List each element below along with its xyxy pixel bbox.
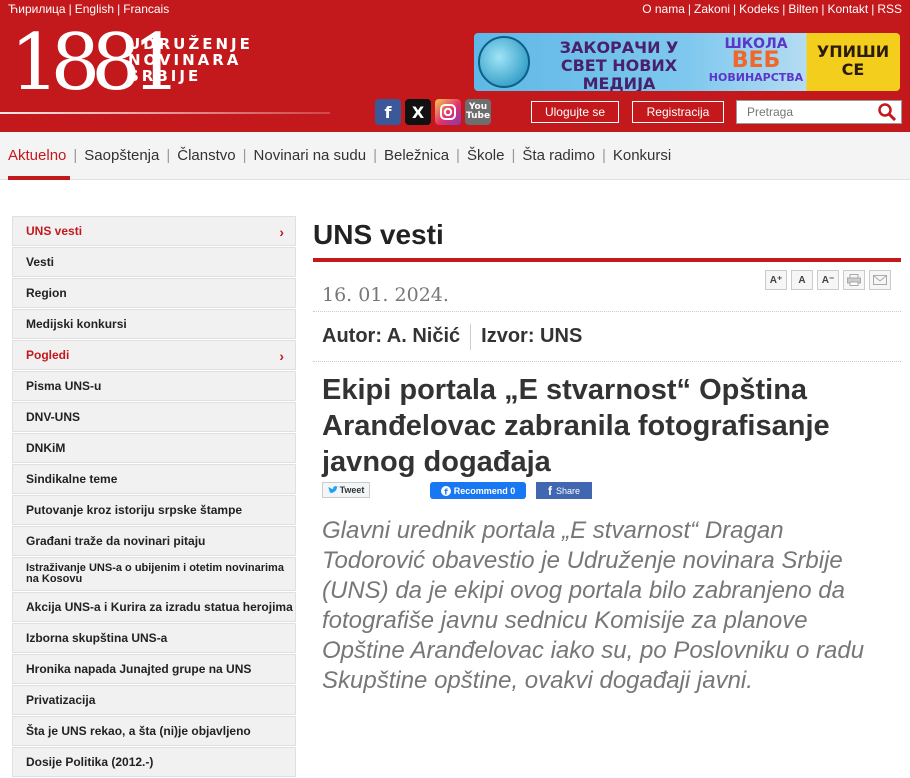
recommend-button[interactable]: f Recommend 0 (430, 482, 526, 499)
main-nav: Aktuelno | Saopštenja | Članstvo | Novinari na… (0, 132, 910, 180)
utility-links: O nama | Zakoni | Kodeks | Bilten | Kontakt | RSS (642, 2, 902, 16)
svg-text:f: f (444, 487, 448, 495)
rss-link[interactable]: RSS (877, 2, 902, 16)
x-twitter-icon[interactable]: X (405, 99, 431, 125)
nav-item-sta-radimo[interactable]: Šta radimo (522, 147, 595, 164)
article-author: Autor: A. Ničić (322, 325, 461, 347)
site-header: Ћирилица | English | Francais O nama | Zakoni |… (0, 0, 910, 132)
lang-french-link[interactable]: Francais (123, 2, 169, 16)
top-bar: Ћирилица | English | Francais O nama | Zakoni |… (0, 2, 910, 18)
facebook-circle-icon: f (440, 485, 451, 496)
social-links: f X You Tube (375, 99, 491, 125)
facebook-share-button[interactable]: f Share (536, 482, 592, 499)
tweet-button[interactable]: Tweet (322, 482, 370, 498)
search-icon[interactable] (877, 103, 897, 121)
facebook-f-icon: f (547, 483, 552, 498)
nav-active-indicator (8, 176, 70, 180)
sidebar-item-gradjani[interactable]: Građani traže da novinari pitaju (12, 526, 296, 556)
nav-item-novinari-na-sudu[interactable]: Novinari na sudu (254, 147, 367, 164)
date-row: 16. 01. 2024. A⁺ A A⁻ (313, 262, 901, 312)
search-input[interactable] (737, 101, 875, 123)
register-button[interactable]: Registracija (632, 101, 724, 123)
article-date: 16. 01. 2024. (322, 284, 449, 306)
nav-item-saopstenja[interactable]: Saopštenja (84, 147, 159, 164)
instagram-icon[interactable] (435, 99, 461, 125)
sidebar-item-dosije-politika[interactable]: Dosije Politika (2012.-) (12, 747, 296, 777)
article-headline: Ekipi portala „E stvarnost“ Opština Aran… (322, 374, 830, 478)
contact-link[interactable]: Kontakt (827, 2, 868, 16)
sidebar-item-sindikalne-teme[interactable]: Sindikalne teme (12, 464, 296, 494)
sidebar-item-region[interactable]: Region (12, 278, 296, 308)
nav-item-clanstvo[interactable]: Članstvo (177, 147, 235, 164)
sidebar-item-vesti[interactable]: Vesti (12, 247, 296, 277)
section-title: UNS vesti (313, 219, 444, 250)
nav-item-aktuelno[interactable]: Aktuelno (8, 147, 66, 164)
chevron-right-icon: › (279, 348, 284, 364)
font-increase-button[interactable]: A⁺ (765, 270, 787, 290)
article-tools: A⁺ A A⁻ (765, 270, 891, 290)
sidebar-item-hronika[interactable]: Hronika napada Junajted grupe na UNS (12, 654, 296, 684)
lang-cyrillic-link[interactable]: Ћирилица (8, 2, 66, 16)
sidebar-item-medijski-konkursi[interactable]: Medijski konkursi (12, 309, 296, 339)
promo-banner[interactable]: ЗАКОРАЧИ У СВЕТ НОВИХ МЕДИЈА ШКОЛА ВЕБ Н… (474, 33, 900, 91)
logo-text: UDRUŽENJE NOVINARA SRBIJE (128, 35, 253, 85)
nav-item-beleznica[interactable]: Beležnica (384, 147, 449, 164)
twitter-bird-icon (327, 486, 338, 493)
sidebar-item-izborna-skupstina[interactable]: Izborna skupština UNS-a (12, 623, 296, 653)
share-buttons: Tweet f Recommend 0 f Share (322, 480, 901, 510)
sidebar-item-akcija[interactable]: Akcija UNS-a i Kurira za izradu statua h… (12, 592, 296, 622)
sidebar-item-uns-vesti[interactable]: UNS vesti › (12, 216, 296, 246)
nav-item-konkursi[interactable]: Konkursi (613, 147, 671, 164)
banner-school: ШКОЛА ВЕБ НОВИНАРСТВА (708, 36, 804, 84)
font-decrease-button[interactable]: A⁻ (817, 270, 839, 290)
email-icon[interactable] (869, 270, 891, 290)
banner-cta: УПИШИ СЕ (816, 42, 890, 79)
article: UNS vesti 16. 01. 2024. A⁺ A A⁻ Autor: A… (313, 216, 901, 696)
sidebar-item-putovanje[interactable]: Putovanje kroz istoriju srpske štampe (12, 495, 296, 525)
search-box (736, 100, 902, 124)
login-button[interactable]: Ulogujte se (531, 101, 619, 123)
sidebar-item-sta-je-uns-rekao[interactable]: Šta je UNS rekao, a šta (ni)je objavljen… (12, 716, 296, 746)
font-normal-button[interactable]: A (791, 270, 813, 290)
lang-english-link[interactable]: English (75, 2, 114, 16)
sidebar: UNS vesti › Vesti Region Medijski konkurs… (12, 216, 296, 778)
site-logo[interactable]: 1881 UDRUŽENJE NOVINARA SRBIJE (10, 20, 270, 108)
language-links: Ћирилица | English | Francais (8, 2, 170, 16)
chevron-right-icon: › (279, 224, 284, 240)
bulletin-link[interactable]: Bilten (788, 2, 818, 16)
article-lead: Glavni urednik portala „E stvarnost“ Dra… (322, 517, 865, 694)
sidebar-item-dnkim[interactable]: DNKiM (12, 433, 296, 463)
code-link[interactable]: Kodeks (739, 2, 779, 16)
author-row: Autor: A. Ničić Izvor: UNS (313, 312, 901, 362)
sidebar-item-istrazivanje[interactable]: Istraživanje UNS-a o ubijenim i otetim n… (12, 557, 296, 591)
sidebar-item-privatizacija[interactable]: Privatizacija (12, 685, 296, 715)
nav-item-skole[interactable]: Škole (467, 147, 505, 164)
sidebar-item-pisma[interactable]: Pisma UNS-u (12, 371, 296, 401)
facebook-icon[interactable]: f (375, 99, 401, 125)
sidebar-item-pogledi[interactable]: Pogledi › (12, 340, 296, 370)
banner-slogan: ЗАКОРАЧИ У СВЕТ НОВИХ МЕДИЈА (559, 38, 679, 92)
print-icon[interactable] (843, 270, 865, 290)
youtube-icon[interactable]: You Tube (465, 99, 491, 125)
header-divider (0, 112, 330, 114)
article-source: Izvor: UNS (481, 325, 583, 347)
globe-icon (478, 36, 530, 88)
about-link[interactable]: O nama (642, 2, 685, 16)
sidebar-item-dnv-uns[interactable]: DNV-UNS (12, 402, 296, 432)
laws-link[interactable]: Zakoni (694, 2, 730, 16)
